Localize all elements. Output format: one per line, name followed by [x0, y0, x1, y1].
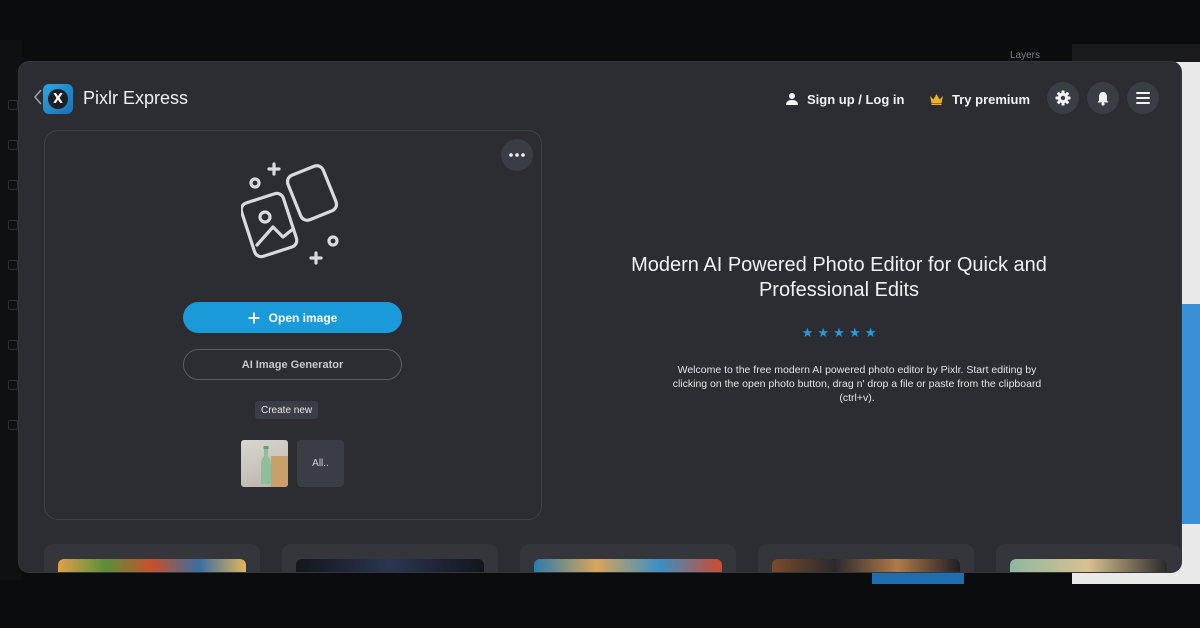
crown-icon — [930, 94, 943, 105]
create-new-button[interactable]: Create new — [255, 401, 319, 419]
signup-login-button[interactable]: Sign up / Log in — [785, 88, 904, 110]
try-premium-label: Try premium — [952, 91, 1031, 107]
main-menu-button[interactable] — [1127, 82, 1159, 114]
try-premium-button[interactable]: Try premium — [929, 88, 1030, 110]
bottle-image — [261, 446, 288, 487]
recent-image-thumbnail[interactable] — [241, 440, 288, 487]
more-dots-icon — [509, 153, 525, 157]
template-thumbnail — [772, 559, 960, 572]
user-icon — [786, 93, 798, 105]
template-strip — [44, 544, 1181, 572]
all-recent-button[interactable]: All.. — [297, 440, 344, 487]
hero-description: Welcome to the free modern AI powered ph… — [672, 364, 1042, 404]
open-image-card[interactable]: Open image AI Image Generator Create new… — [44, 130, 542, 520]
ai-image-generator-button[interactable]: AI Image Generator — [183, 349, 402, 380]
more-options-button[interactable] — [501, 139, 533, 171]
bell-icon — [1097, 91, 1109, 106]
template-card[interactable] — [996, 544, 1181, 572]
notifications-button[interactable] — [1087, 82, 1119, 114]
rating-stars: ★ ★ ★ ★ ★ — [579, 324, 1099, 342]
background-layers-label: Layers — [1010, 50, 1041, 61]
template-card[interactable] — [44, 544, 260, 572]
open-image-label: Open image — [268, 310, 338, 325]
template-card[interactable] — [282, 544, 498, 572]
settings-button[interactable] — [1047, 82, 1079, 114]
template-thumbnail — [1010, 559, 1167, 572]
plus-icon — [248, 312, 260, 323]
template-thumbnail — [534, 559, 722, 572]
template-thumbnail — [58, 559, 246, 572]
hero-title: Modern AI Powered Photo Editor for Quick… — [631, 254, 1047, 301]
open-image-button[interactable]: Open image — [183, 302, 402, 333]
pixlr-logo-icon[interactable]: X — [43, 84, 73, 114]
template-thumbnail — [296, 559, 484, 572]
header: X Pixlr Express Sign up / Log in Try pre… — [19, 62, 1181, 134]
start-screen-modal: X Pixlr Express Sign up / Log in Try pre… — [19, 62, 1181, 572]
star-icon: ★ ★ ★ ★ ★ — [801, 326, 877, 341]
hamburger-menu-icon — [1136, 92, 1150, 104]
signup-login-label: Sign up / Log in — [807, 91, 905, 107]
back-chevron-icon[interactable] — [33, 89, 43, 105]
gear-icon — [1055, 90, 1071, 106]
add-images-icon — [241, 162, 339, 265]
template-card[interactable] — [520, 544, 736, 572]
template-card[interactable] — [758, 544, 974, 572]
app-title: Pixlr Express — [83, 88, 189, 108]
